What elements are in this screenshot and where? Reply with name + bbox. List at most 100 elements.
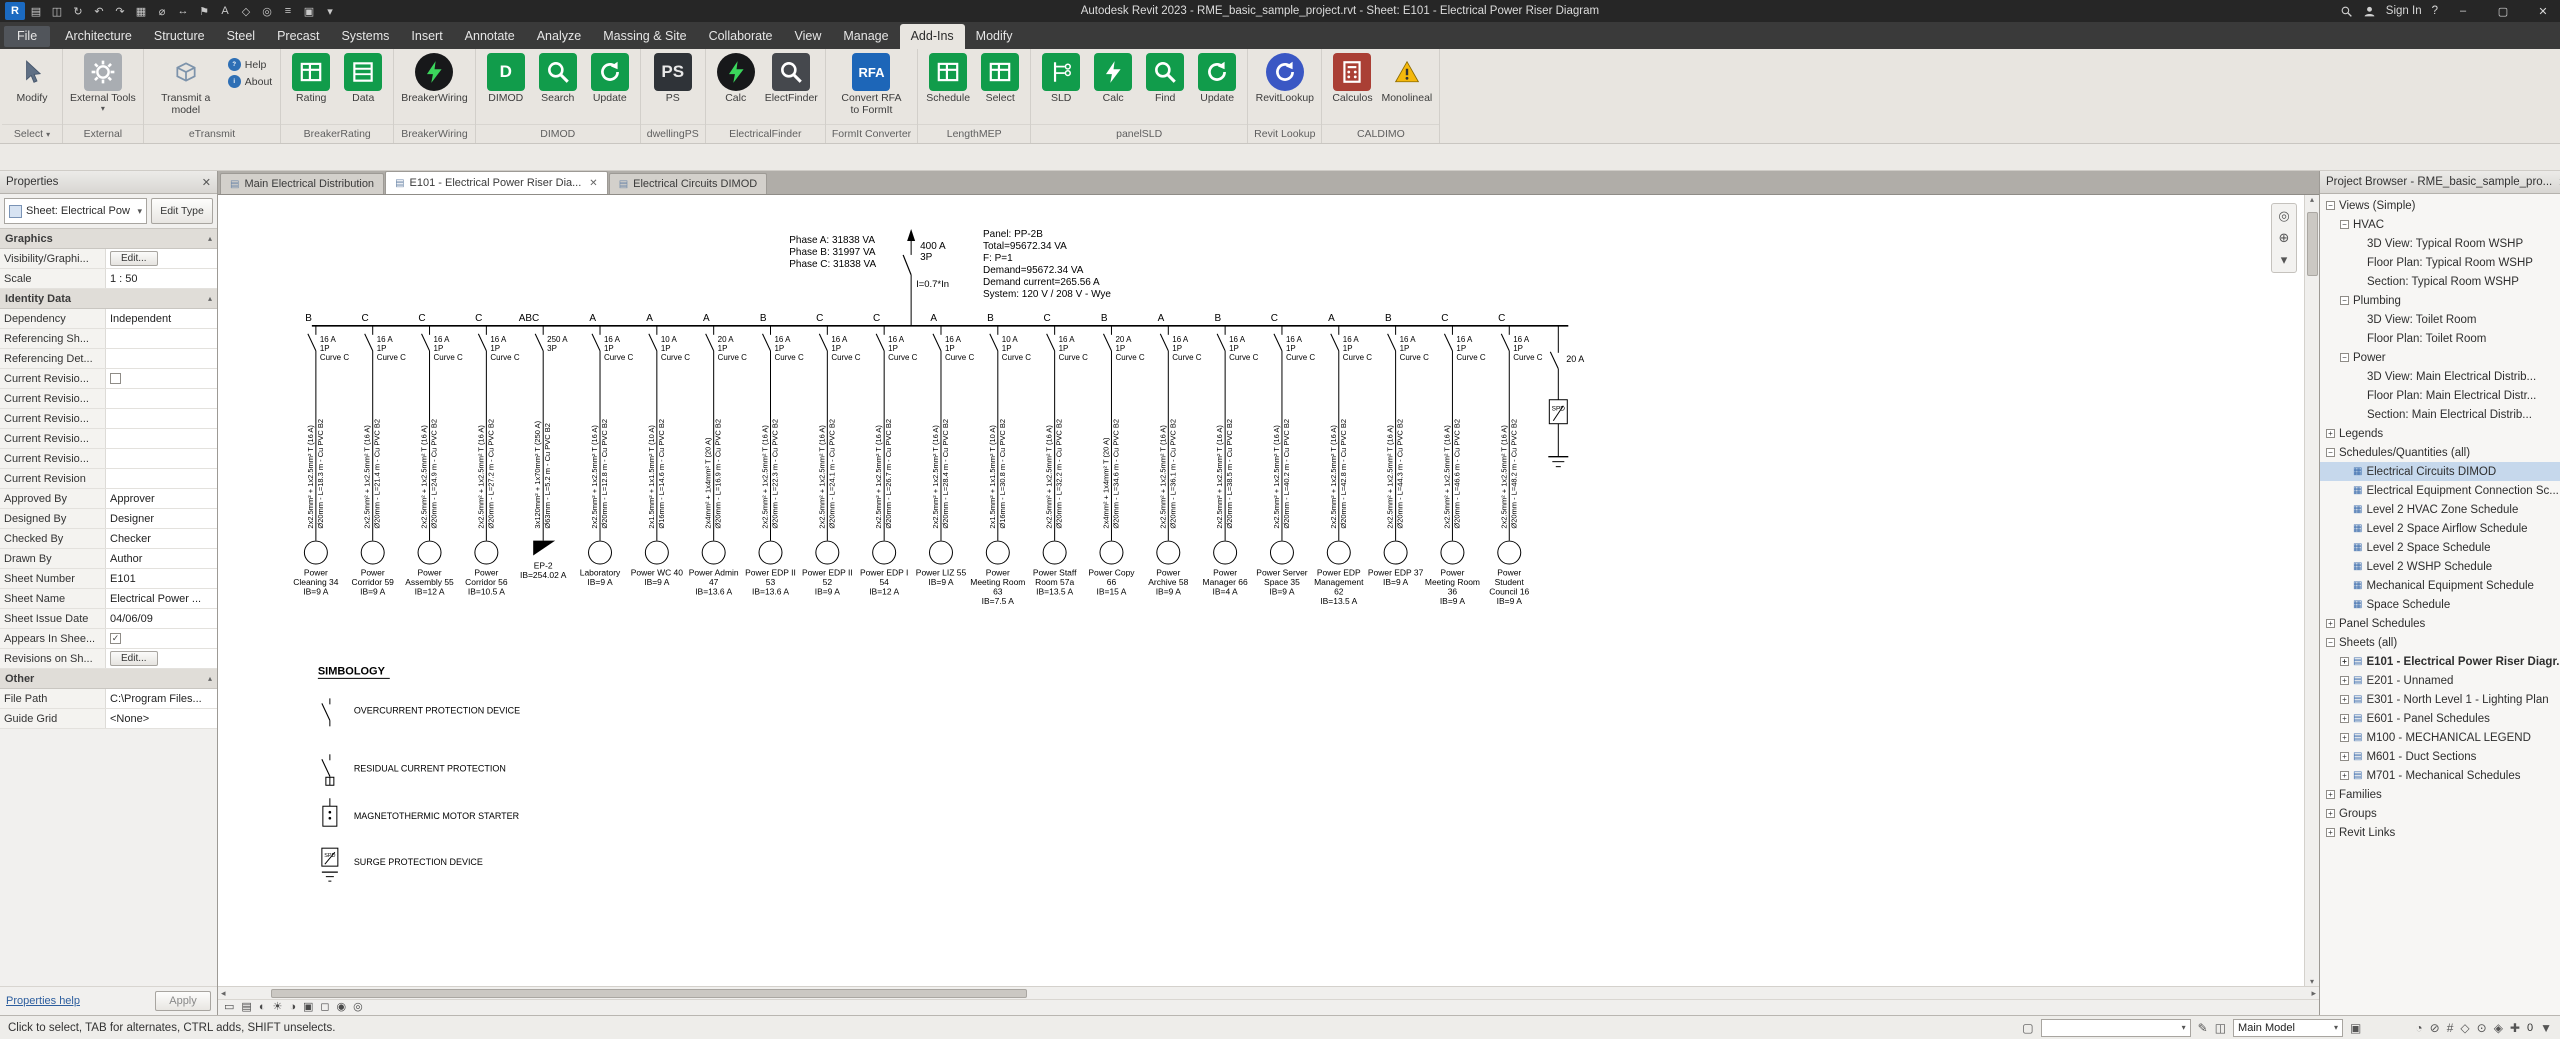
scroll-left-icon[interactable]: ◂	[221, 988, 226, 999]
tree-item-schedules-quantities-all[interactable]: − Schedules/Quantities (all)	[2320, 443, 2560, 462]
tree-item-plumbing[interactable]: − Plumbing	[2320, 291, 2560, 310]
panel-label-panelsld[interactable]: panelSLD	[1031, 124, 1248, 143]
aligned-dimension-icon[interactable]: ↔	[173, 2, 193, 20]
ribbon-tab-massing-site[interactable]: Massing & Site	[592, 24, 697, 49]
ribbon-tab-steel[interactable]: Steel	[216, 24, 267, 49]
measure-icon[interactable]: ⌀	[152, 2, 172, 20]
button-transmit-a-model[interactable]: Transmit a model	[149, 52, 223, 117]
button-select[interactable]: Select	[975, 52, 1025, 106]
checkbox[interactable]	[110, 373, 121, 384]
panel-label-revit-lookup[interactable]: Revit Lookup	[1248, 124, 1322, 143]
editable-only-icon[interactable]: ✎	[2198, 1022, 2208, 1034]
text-note-icon[interactable]: A	[215, 2, 235, 20]
detail-level-icon[interactable]: ▤	[241, 1002, 251, 1013]
collapse-icon[interactable]: −	[2326, 638, 2335, 647]
expand-icon[interactable]: +	[2340, 714, 2349, 723]
tree-item-m701-mechanical-schedules[interactable]: + ▤ M701 - Mechanical Schedules	[2320, 766, 2560, 785]
property-group-graphics[interactable]: Graphics ▴	[0, 229, 217, 249]
help-menu-button[interactable]: ?	[2432, 5, 2438, 17]
tree-item-e601-panel-schedules[interactable]: + ▤ E601 - Panel Schedules	[2320, 709, 2560, 728]
properties-help-link[interactable]: Properties help	[6, 995, 80, 1007]
selection-filter-icon[interactable]: ▼	[2540, 1022, 2552, 1034]
ribbon-tab-architecture[interactable]: Architecture	[54, 24, 143, 49]
expand-icon[interactable]: +	[2340, 733, 2349, 742]
apply-button[interactable]: Apply	[155, 991, 211, 1011]
panel-label-select[interactable]: Select ▾	[2, 124, 62, 143]
exclude-options-icon[interactable]: ▣	[2350, 1022, 2361, 1034]
expand-icon[interactable]: +	[2326, 790, 2335, 799]
ribbon-tab-file[interactable]: File	[4, 26, 51, 47]
visual-style-icon[interactable]: ◐	[259, 1002, 266, 1013]
button-external-tools[interactable]: External Tools ▾	[68, 52, 138, 114]
view-tab-main-electrical-distribution[interactable]: ▤ Main Electrical Distribution	[220, 173, 385, 194]
panel-label-etransmit[interactable]: eTransmit	[143, 124, 281, 143]
tree-item-hvac[interactable]: − HVAC	[2320, 215, 2560, 234]
switch-windows-icon[interactable]: ▣	[299, 2, 319, 20]
horizontal-scrollbar[interactable]: ◂ ▸	[218, 986, 2319, 999]
button-convert-rfa-to-formit[interactable]: RFA Convert RFA to FormIt	[834, 52, 908, 117]
customize-qat-icon[interactable]: ▾	[320, 2, 340, 20]
tree-item-sheets-all[interactable]: − Sheets (all)	[2320, 633, 2560, 652]
vertical-scrollbar[interactable]: ▴ ▾	[2304, 195, 2319, 986]
worksets-icon[interactable]: ◫	[2215, 1022, 2226, 1034]
collapse-icon[interactable]: −	[2340, 220, 2349, 229]
type-selector[interactable]: Sheet: Electrical Pow ▾	[4, 198, 147, 224]
button-revitlookup[interactable]: RevitLookup	[1254, 52, 1316, 106]
panel-label-breakerwiring[interactable]: BreakerWiring	[394, 124, 475, 143]
tree-item-level-2-space-airflow-schedule[interactable]: ▦ Level 2 Space Airflow Schedule	[2320, 519, 2560, 538]
default-3d-view-icon[interactable]: ◇	[236, 2, 256, 20]
tree-item-e301-north-level-1-lighting-plan[interactable]: + ▤ E301 - North Level 1 - Lighting Plan	[2320, 690, 2560, 709]
tree-item-revit-links[interactable]: + Revit Links	[2320, 823, 2560, 842]
expand-icon[interactable]: +	[2340, 752, 2349, 761]
scroll-right-icon[interactable]: ▸	[2311, 988, 2316, 999]
view-tab-e101-electrical-power-riser-dia[interactable]: ▤ E101 - Electrical Power Riser Dia... ✕	[385, 171, 608, 194]
panel-label-breakerrating[interactable]: BreakerRating	[281, 124, 394, 143]
navigation-options-icon[interactable]: ▾	[2274, 250, 2294, 270]
button-update[interactable]: Update	[1192, 52, 1242, 106]
collapse-icon[interactable]: −	[2340, 353, 2349, 362]
tree-item-m100-mechanical-legend[interactable]: + ▤ M100 - MECHANICAL LEGEND	[2320, 728, 2560, 747]
panel-label-external[interactable]: External	[63, 124, 143, 143]
select-links-icon[interactable]: #	[2447, 1022, 2454, 1034]
view-tab-electrical-circuits-dimod[interactable]: ▤ Electrical Circuits DIMOD	[608, 173, 768, 194]
property-group-other[interactable]: Other ▴	[0, 669, 217, 689]
close-icon[interactable]: ✕	[589, 178, 597, 189]
worksharing-display-icon[interactable]: ◔	[2415, 1022, 2422, 1034]
revit-app-button[interactable]: R	[5, 2, 25, 20]
panel-label-dwellingps[interactable]: dwellingPS	[640, 124, 705, 143]
tag-by-category-icon[interactable]: ⚑	[194, 2, 214, 20]
expand-icon[interactable]: +	[2326, 619, 2335, 628]
tree-item-panel-schedules[interactable]: + Panel Schedules	[2320, 614, 2560, 633]
edit-type-button[interactable]: Edit Type	[151, 198, 213, 224]
expand-icon[interactable]: +	[2326, 429, 2335, 438]
button-data[interactable]: Data	[338, 52, 388, 106]
show-crop-region-icon[interactable]: ◻	[320, 1002, 329, 1013]
maximize-button[interactable]: ▢	[2488, 0, 2518, 22]
scroll-up-icon[interactable]: ▴	[2310, 195, 2314, 204]
tree-item-level-2-hvac-zone-schedule[interactable]: ▦ Level 2 HVAC Zone Schedule	[2320, 500, 2560, 519]
panel-label-dimod[interactable]: DIMOD	[475, 124, 640, 143]
steering-wheel-icon[interactable]: ◎	[2274, 206, 2294, 226]
expand-icon[interactable]: +	[2326, 809, 2335, 818]
collapse-icon[interactable]: −	[2340, 296, 2349, 305]
button-rating[interactable]: Rating	[286, 52, 336, 106]
button-dimod[interactable]: D DIMOD	[481, 52, 531, 106]
button-electfinder[interactable]: ElectFinder	[763, 52, 820, 106]
zoom-icon[interactable]: ⊕	[2274, 228, 2294, 248]
vertical-scroll-thumb[interactable]	[2306, 212, 2318, 276]
print-icon[interactable]: ▦	[131, 2, 151, 20]
ribbon-tab-precast[interactable]: Precast	[266, 24, 330, 49]
close-icon[interactable]: ✕	[202, 176, 211, 189]
ribbon-tab-collaborate[interactable]: Collaborate	[698, 24, 784, 49]
property-group-identity-data[interactable]: Identity Data ▴	[0, 289, 217, 309]
expand-icon[interactable]: +	[2340, 657, 2349, 666]
tree-item-3d-view-toilet-room[interactable]: 3D View: Toilet Room	[2320, 310, 2560, 329]
button-modify[interactable]: Modify	[7, 52, 57, 106]
panel-label-electricalfinder[interactable]: ElectricalFinder	[705, 124, 825, 143]
tree-item-e201-unnamed[interactable]: + ▤ E201 - Unnamed	[2320, 671, 2560, 690]
button-sld[interactable]: SLD	[1036, 52, 1086, 106]
tree-item-groups[interactable]: + Groups	[2320, 804, 2560, 823]
button-calc[interactable]: Calc	[1088, 52, 1138, 106]
collapse-icon[interactable]: −	[2326, 448, 2335, 457]
select-by-face-icon[interactable]: ◈	[2494, 1022, 2503, 1034]
